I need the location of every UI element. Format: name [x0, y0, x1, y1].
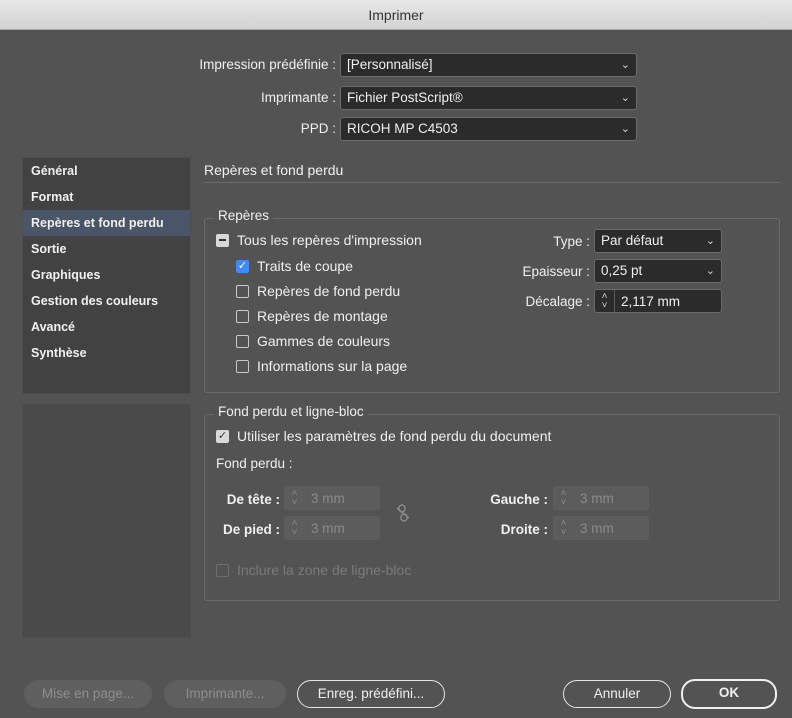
stepper-arrows-icon[interactable]: ˄ ˅ [554, 517, 574, 539]
weight-select[interactable]: 0,25 pt ⌄ [594, 259, 722, 283]
stepper-arrows-icon[interactable]: ˄ ˅ [554, 487, 574, 509]
right-bleed-stepper[interactable]: ˄ ˅ 3 mm [553, 516, 649, 540]
preset-value: [Personnalisé] [347, 57, 433, 72]
chevron-down-icon: ⌄ [620, 123, 630, 135]
page-preview-panel [22, 404, 191, 638]
unchecked-box-icon [236, 284, 249, 298]
unchecked-box-icon [236, 359, 249, 373]
crop-marks-label: Traits de coupe [257, 258, 353, 274]
bottom-bleed-value: 3 mm [311, 520, 345, 536]
sidebar-item-advanced[interactable]: Avancé [23, 314, 190, 340]
offset-stepper[interactable]: ˄ ˅ 2,117 mm [594, 289, 722, 313]
chevron-down-icon: ⌄ [705, 235, 715, 247]
category-list: Général Format Repères et fond perdu Sor… [22, 157, 191, 394]
chevron-down-icon: ⌄ [620, 92, 630, 104]
offset-label: Décalage : [525, 294, 590, 309]
bleed-marks-checkbox[interactable]: Repères de fond perdu [236, 283, 400, 299]
page-setup-button[interactable]: Mise en page... [24, 680, 152, 708]
printer-select[interactable]: Fichier PostScript® ⌄ [340, 86, 637, 110]
print-dialog: Impression prédéfinie : [Personnalisé] ⌄… [0, 30, 792, 718]
chain-link-icon[interactable] [396, 504, 410, 525]
stepper-arrows-icon[interactable]: ˄ ˅ [595, 290, 615, 312]
ppd-select[interactable]: RICOH MP C4503 ⌄ [340, 117, 637, 141]
right-bleed-value: 3 mm [580, 520, 614, 536]
save-preset-button[interactable]: Enreg. prédéfini... [297, 680, 445, 708]
check-icon: ✓ [216, 429, 229, 443]
type-label: Type : [553, 234, 590, 249]
section-title: Repères et fond perdu [204, 162, 344, 178]
registration-marks-checkbox[interactable]: Repères de montage [236, 308, 388, 324]
top-bleed-label: De tête : [226, 492, 280, 507]
marks-group-title: Repères [214, 208, 274, 223]
cancel-button[interactable]: Annuler [563, 680, 671, 708]
sidebar-item-marks-bleed[interactable]: Repères et fond perdu [23, 210, 190, 236]
window-title-bar: Imprimer [0, 0, 792, 30]
left-bleed-value: 3 mm [580, 490, 614, 506]
bleed-marks-label: Repères de fond perdu [257, 283, 401, 299]
check-icon: ✓ [236, 259, 249, 273]
top-bleed-stepper[interactable]: ˄ ˅ 3 mm [284, 486, 380, 510]
color-bars-label: Gammes de couleurs [257, 333, 391, 349]
left-bleed-label: Gauche : [490, 492, 548, 507]
printer-button[interactable]: Imprimante... [164, 680, 286, 708]
use-document-bleed-label: Utiliser les paramètres de fond perdu du… [237, 428, 552, 444]
crop-marks-checkbox[interactable]: ✓ Traits de coupe [236, 258, 353, 274]
chevron-down-icon: ⌄ [705, 265, 715, 277]
preset-select[interactable]: [Personnalisé] ⌄ [340, 53, 637, 77]
page-info-checkbox[interactable]: Informations sur la page [236, 358, 407, 374]
include-slug-checkbox[interactable]: Inclure la zone de ligne-bloc [216, 562, 411, 578]
include-slug-label: Inclure la zone de ligne-bloc [237, 562, 412, 578]
sidebar-item-format[interactable]: Format [23, 184, 190, 210]
bottom-bleed-label: De pied : [222, 522, 280, 537]
stepper-arrows-icon[interactable]: ˄ ˅ [285, 487, 305, 509]
ppd-label: PPD : [300, 121, 336, 136]
offset-value: 2,117 mm [621, 293, 681, 309]
bottom-bleed-stepper[interactable]: ˄ ˅ 3 mm [284, 516, 380, 540]
weight-label: Epaisseur : [522, 264, 590, 279]
page-info-label: Informations sur la page [257, 358, 408, 374]
sidebar-item-output[interactable]: Sortie [23, 236, 190, 262]
sidebar-item-color-management[interactable]: Gestion des couleurs [23, 288, 190, 314]
window-title: Imprimer [368, 7, 424, 23]
color-bars-checkbox[interactable]: Gammes de couleurs [236, 333, 390, 349]
top-bleed-value: 3 mm [311, 490, 345, 506]
registration-marks-label: Repères de montage [257, 308, 388, 324]
right-bleed-label: Droite : [500, 522, 548, 537]
left-bleed-stepper[interactable]: ˄ ˅ 3 mm [553, 486, 649, 510]
ppd-value: RICOH MP C4503 [347, 121, 458, 136]
section-divider [204, 182, 780, 183]
use-document-bleed-checkbox[interactable]: ✓ Utiliser les paramètres de fond perdu … [216, 428, 551, 444]
sidebar-item-graphics[interactable]: Graphiques [23, 262, 190, 288]
bleed-label: Fond perdu : [216, 456, 293, 471]
printer-value: Fichier PostScript® [347, 90, 463, 105]
stepper-arrows-icon[interactable]: ˄ ˅ [285, 517, 305, 539]
type-value: Par défaut [601, 233, 664, 248]
unchecked-box-icon [236, 309, 249, 323]
bleed-group-title: Fond perdu et ligne-bloc [214, 404, 368, 419]
all-marks-checkbox[interactable]: Tous les repères d'impression [216, 232, 422, 248]
chevron-down-icon: ⌄ [620, 59, 630, 71]
preset-label: Impression prédéfinie : [199, 57, 336, 72]
unchecked-box-icon [216, 563, 229, 577]
printer-label: Imprimante : [260, 90, 336, 105]
sidebar-item-summary[interactable]: Synthèse [23, 340, 190, 366]
weight-value: 0,25 pt [601, 263, 643, 278]
all-marks-label: Tous les repères d'impression [237, 232, 422, 248]
mixed-checkbox-icon [216, 233, 229, 247]
ok-button[interactable]: OK [681, 679, 777, 709]
sidebar-item-general[interactable]: Général [23, 158, 190, 184]
unchecked-box-icon [236, 334, 249, 348]
type-select[interactable]: Par défaut ⌄ [594, 229, 722, 253]
